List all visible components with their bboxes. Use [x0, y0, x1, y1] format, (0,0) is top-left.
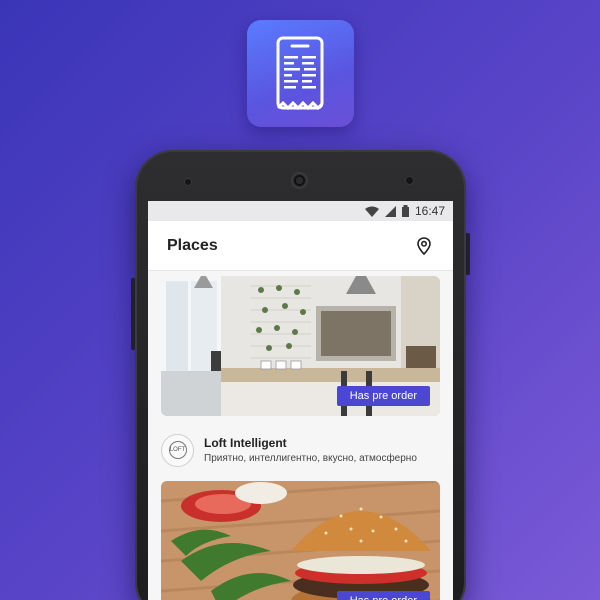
phone-screen: 16:47 Places Has pre order LOFT Loft Int… [148, 201, 453, 600]
page-title: Places [167, 236, 218, 254]
status-bar: 16:47 [148, 201, 453, 221]
place-logo: LOFT [161, 433, 194, 467]
pre-order-badge: Has pre order [336, 386, 430, 406]
pre-order-badge: Has pre order [336, 591, 430, 600]
front-sensor [184, 178, 192, 186]
place-name: Loft Intelligent [204, 436, 287, 450]
burger-image [161, 481, 440, 600]
status-time: 16:47 [414, 204, 445, 218]
app-bar: Places [148, 221, 453, 271]
app-icon [247, 20, 354, 127]
place-info-row[interactable]: LOFT Loft Intelligent Приятно, интеллиге… [161, 427, 440, 473]
place-text: Loft Intelligent Приятно, интеллигентно,… [204, 436, 417, 464]
places-feed[interactable]: Has pre order LOFT Loft Intelligent Прия… [148, 271, 453, 600]
signal-icon [384, 205, 396, 217]
location-pin-icon[interactable] [417, 236, 431, 255]
place-photo-cafe-interior[interactable]: Has pre order [161, 276, 440, 416]
place-photo-burger[interactable]: Has pre order [161, 481, 440, 600]
earpiece-speaker [291, 172, 308, 189]
front-camera [405, 176, 414, 185]
battery-icon [401, 205, 409, 217]
wifi-icon [364, 206, 379, 217]
receipt-phone-icon [276, 36, 324, 111]
place-description: Приятно, интеллигентно, вкусно, атмосфер… [204, 453, 417, 464]
